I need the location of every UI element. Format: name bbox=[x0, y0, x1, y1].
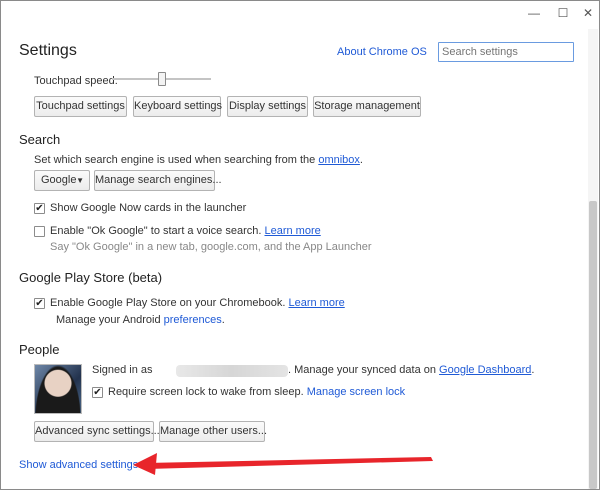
search-engine-description-end: . bbox=[359, 154, 363, 166]
touchpad-settings-button[interactable]: Touchpad settings bbox=[34, 96, 127, 117]
search-engine-description-text: Set which search engine is used when sea… bbox=[34, 154, 319, 166]
people-section-title: People bbox=[19, 342, 60, 357]
google-now-label: Show Google Now cards in the launcher bbox=[50, 202, 247, 214]
search-engine-description: Set which search engine is used when sea… bbox=[34, 154, 363, 166]
dropdown-arrow-icon: ▼ bbox=[76, 176, 84, 185]
screen-lock-checkbox[interactable]: ✔ bbox=[92, 387, 103, 398]
ok-google-label: Enable "Ok Google" to start a voice sear… bbox=[50, 225, 262, 237]
screen-lock-row: Require screen lock to wake from sleep. … bbox=[108, 386, 405, 398]
page-title: Settings bbox=[19, 42, 77, 59]
manage-screen-lock-link[interactable]: Manage screen lock bbox=[307, 386, 405, 398]
avatar bbox=[34, 364, 82, 414]
synced-data-text: . Manage your synced data on bbox=[288, 364, 440, 376]
android-preferences-end: . bbox=[221, 314, 225, 326]
checkmark-icon: ✔ bbox=[93, 387, 102, 398]
ok-google-row: Enable "Ok Google" to start a voice sear… bbox=[50, 225, 321, 237]
google-dashboard-link[interactable]: Google Dashboard bbox=[439, 364, 531, 376]
manage-search-engines-button[interactable]: Manage search engines... bbox=[94, 170, 222, 191]
keyboard-settings-button[interactable]: Keyboard settings bbox=[133, 96, 222, 117]
search-section-title: Search bbox=[19, 132, 61, 147]
google-now-checkbox[interactable]: ✔ bbox=[34, 203, 45, 214]
search-input[interactable] bbox=[438, 42, 574, 62]
play-store-section-title: Google Play Store (beta) bbox=[19, 270, 163, 285]
minimize-icon[interactable]: — bbox=[528, 7, 540, 19]
settings-window: — ☐ ✕ Settings About Chrome OS Touchpad … bbox=[0, 0, 600, 490]
checkmark-icon: ✔ bbox=[35, 298, 44, 309]
search-engine-select[interactable]: Google ▼ bbox=[34, 170, 90, 191]
touchpad-speed-slider-thumb[interactable] bbox=[158, 72, 166, 86]
play-store-enable-label: Enable Google Play Store on your Chromeb… bbox=[50, 297, 286, 309]
touchpad-speed-label: Touchpad speed: bbox=[34, 75, 118, 87]
manage-other-users-button[interactable]: Manage other users... bbox=[159, 421, 267, 442]
scrollbar-thumb[interactable] bbox=[589, 201, 597, 489]
close-icon[interactable]: ✕ bbox=[582, 7, 594, 19]
omnibox-link[interactable]: omnibox bbox=[318, 154, 360, 166]
search-engine-selected: Google bbox=[41, 174, 77, 186]
android-preferences-row: Manage your Android preferences. bbox=[56, 314, 225, 326]
red-arrow-annotation bbox=[133, 453, 433, 475]
display-settings-button[interactable]: Display settings bbox=[227, 96, 308, 117]
checkmark-icon: ✔ bbox=[35, 203, 44, 214]
ok-google-learn-more-link[interactable]: Learn more bbox=[264, 225, 320, 237]
ok-google-hint: Say "Ok Google" in a new tab, google.com… bbox=[50, 241, 372, 253]
synced-data-row: . Manage your synced data on Google Dash… bbox=[288, 364, 534, 376]
play-store-learn-more-link[interactable]: Learn more bbox=[288, 297, 344, 309]
ok-google-checkbox[interactable] bbox=[34, 226, 45, 237]
screen-lock-label: Require screen lock to wake from sleep. bbox=[108, 386, 304, 398]
play-store-row: Enable Google Play Store on your Chromeb… bbox=[50, 297, 345, 309]
maximize-icon[interactable]: ☐ bbox=[557, 7, 569, 19]
storage-management-button[interactable]: Storage management bbox=[313, 96, 421, 117]
show-advanced-settings-link[interactable]: Show advanced settings... bbox=[19, 459, 147, 471]
android-preferences-text: Manage your Android bbox=[56, 314, 164, 326]
signed-in-prefix: Signed in as bbox=[92, 364, 153, 376]
synced-data-end: . bbox=[531, 364, 535, 376]
about-chrome-os-link[interactable]: About Chrome OS bbox=[337, 46, 427, 58]
android-preferences-link[interactable]: preferences bbox=[164, 314, 222, 326]
play-store-checkbox[interactable]: ✔ bbox=[34, 298, 45, 309]
redacted-email bbox=[176, 365, 288, 377]
advanced-sync-settings-button[interactable]: Advanced sync settings... bbox=[34, 421, 160, 442]
